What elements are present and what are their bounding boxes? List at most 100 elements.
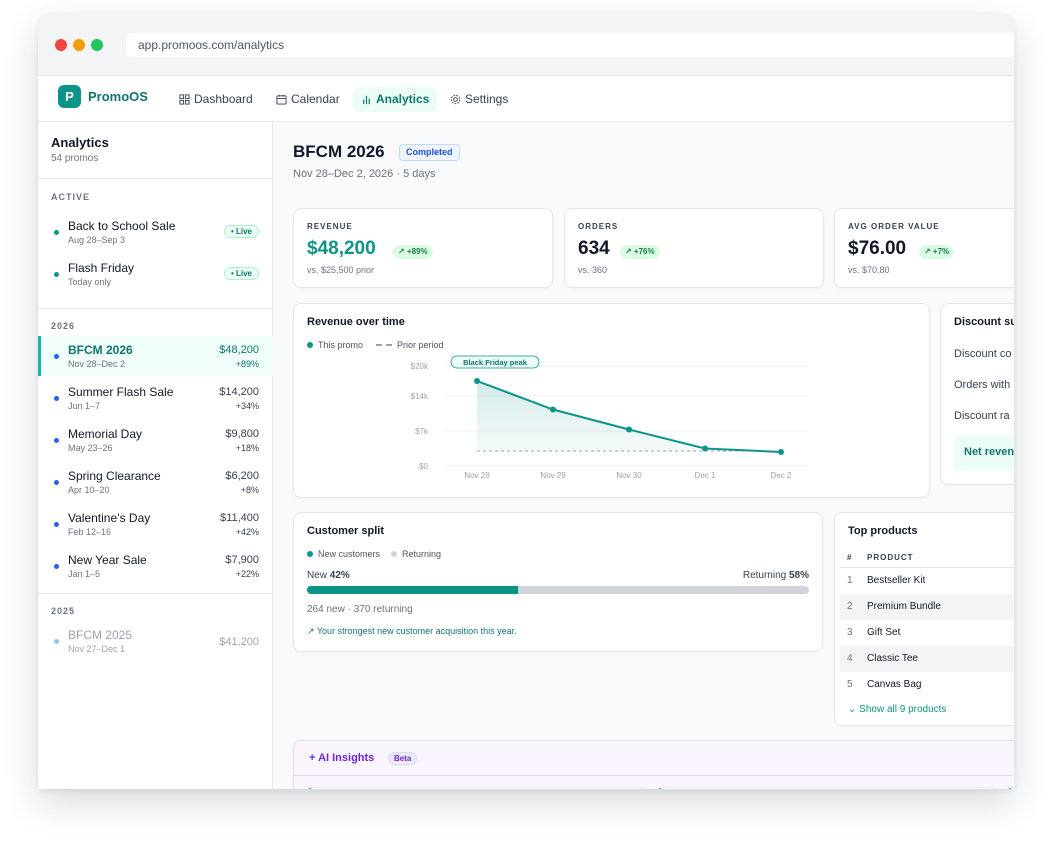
- kpi-delta-badge: ↗ +76%: [620, 245, 660, 259]
- legend-returning-label: Returning: [402, 549, 442, 559]
- promo-revenue: $11,400: [220, 512, 259, 524]
- promo-change: +8%: [240, 485, 259, 495]
- promo-item-memorial-day[interactable]: Memorial Day May 23–26 $9,800 +18%: [38, 420, 273, 460]
- promo-item-new-year-sale[interactable]: New Year Sale Jan 1–5 $7,900 +22%: [38, 546, 273, 586]
- calendar-icon: [276, 94, 287, 105]
- x-tick-label: Nov 29: [540, 471, 566, 480]
- sidebar-divider: [38, 178, 273, 179]
- promo-name: Valentine’s Day: [68, 511, 151, 525]
- row-num: 2: [847, 601, 853, 612]
- row-num: 5: [847, 679, 853, 690]
- nav-calendar-label: Calendar: [291, 92, 340, 106]
- status-dot: [54, 639, 59, 644]
- promo-revenue: $6,200: [225, 470, 259, 482]
- kpi-delta-badge: ↗ +7%: [919, 245, 955, 259]
- sidebar-title: Analytics: [51, 135, 109, 150]
- table-row[interactable]: 4 Classic Tee: [840, 646, 1014, 672]
- area-fill: [477, 381, 781, 452]
- legend-new-label: New customers: [318, 549, 381, 559]
- address-bar[interactable]: app.promoos.com/analytics: [126, 33, 1014, 57]
- nav-calendar[interactable]: Calendar: [270, 87, 346, 112]
- legend-swatch-new: [307, 551, 313, 557]
- group-label-2026: 2026: [51, 321, 76, 331]
- x-tick-label: Nov 28: [464, 471, 490, 480]
- status-dot: [54, 564, 59, 569]
- data-point: [626, 426, 632, 433]
- insight-card[interactable]: [307, 787, 648, 789]
- split-bar-fill: [307, 586, 518, 594]
- revenue-chart-card: Revenue over time This promo Prior perio…: [293, 303, 930, 498]
- table-row[interactable]: 1 Bestseller Kit: [840, 568, 1014, 594]
- promo-name: Memorial Day: [68, 427, 143, 441]
- returning-pct: 58%: [788, 570, 809, 581]
- promo-date: May 23–26: [68, 443, 113, 453]
- promo-item-summer-flash-sale[interactable]: Summer Flash Sale Jun 1–7 $14,200 +34%: [38, 378, 273, 418]
- status-dot: [54, 438, 59, 443]
- data-point: [778, 449, 784, 455]
- promo-item-back-to-school[interactable]: Back to School Sale Aug 28–Sep 3 • Live: [38, 212, 273, 252]
- minimize-window-dot[interactable]: [73, 39, 85, 51]
- product-name: Premium Bundle: [867, 601, 941, 612]
- col-product: PRODUCT: [867, 553, 914, 562]
- group-label-2025: 2025: [51, 606, 76, 616]
- x-tick-label: Dec 2: [771, 471, 792, 480]
- kpi-prior: vs. $70.80: [848, 265, 890, 275]
- returning-share: Returning 58%: [743, 570, 809, 581]
- promoos-logo[interactable]: P: [58, 85, 81, 108]
- product-name: Gift Set: [867, 627, 901, 638]
- new-share: New 42%: [307, 570, 350, 581]
- promo-item-spring-clearance[interactable]: Spring Clearance Apr 10–20 $6,200 +8%: [38, 462, 273, 502]
- kpi-delta-badge: ↗ +89%: [393, 245, 433, 259]
- nav-settings[interactable]: Settings: [444, 87, 514, 112]
- data-point: [550, 406, 556, 413]
- group-label-active: ACTIVE: [51, 192, 91, 202]
- row-num: 1: [847, 575, 853, 586]
- browser-titlebar: app.promoos.com/analytics: [38, 13, 1014, 76]
- nav-analytics[interactable]: Analytics: [353, 87, 438, 112]
- kpi-label: AVG ORDER VALUE: [848, 222, 940, 231]
- promo-date: Nov 27–Dec 1: [68, 644, 126, 654]
- promo-item-flash-friday[interactable]: Flash Friday Today only • Live: [38, 254, 273, 294]
- ai-insights-title[interactable]: + AI Insights: [309, 752, 374, 764]
- top-products-header: # PRODUCT: [840, 548, 1014, 568]
- split-counts: 264 new · 370 returning: [307, 604, 413, 615]
- col-num: #: [847, 553, 853, 562]
- promo-item-bfcm-2026[interactable]: BFCM 2026 Nov 28–Dec 2 $48,200 +89%: [38, 336, 273, 376]
- insight-card[interactable]: [1007, 787, 1014, 789]
- nav-dashboard[interactable]: Dashboard: [173, 87, 259, 112]
- promo-name: Summer Flash Sale: [68, 385, 174, 399]
- product-name: Bestseller Kit: [867, 575, 926, 586]
- kpi-card-aov: AVG ORDER VALUE $76.00 ↗ +7% vs. $70.80: [834, 208, 1014, 288]
- maximize-window-dot[interactable]: [91, 39, 103, 51]
- promo-revenue: $41,200: [219, 636, 259, 648]
- promo-item-valentines-day[interactable]: Valentine’s Day Feb 12–16 $11,400 +42%: [38, 504, 273, 544]
- insight-card[interactable]: [657, 787, 998, 789]
- status-dot: [54, 396, 59, 401]
- new-label: New: [307, 570, 328, 581]
- promo-item-bfcm-2025[interactable]: BFCM 2025 Nov 27–Dec 1 $41,200: [38, 621, 273, 661]
- nav-dashboard-label: Dashboard: [194, 92, 253, 106]
- data-point: [702, 445, 708, 452]
- sidebar-divider: [38, 308, 273, 309]
- promo-date: Apr 10–20: [68, 485, 110, 495]
- brand-name[interactable]: PromoOS: [88, 89, 148, 104]
- x-tick-label: Dec 1: [695, 471, 716, 480]
- status-dot: [54, 230, 59, 235]
- live-badge: • Live: [223, 225, 259, 238]
- annotation-label: Black Friday peak: [463, 358, 528, 367]
- table-row[interactable]: 3 Gift Set: [840, 620, 1014, 646]
- kpi-prior: vs. $25,500 prior: [307, 265, 375, 275]
- status-dot: [54, 354, 59, 359]
- table-row[interactable]: 2 Premium Bundle: [840, 594, 1014, 620]
- show-all-products-link[interactable]: ⌄ Show all 9 products: [848, 704, 946, 715]
- promo-date-range: Nov 28–Dec 2, 2026 · 5 days: [293, 168, 436, 180]
- close-window-dot[interactable]: [55, 39, 67, 51]
- beta-badge: Beta: [388, 752, 418, 765]
- promo-name: Back to School Sale: [68, 219, 176, 233]
- kpi-label: REVENUE: [307, 222, 353, 231]
- browser-window: app.promoos.com/analytics P PromoOS Dash…: [38, 13, 1014, 789]
- table-row[interactable]: 5 Canvas Bag: [840, 672, 1014, 698]
- product-name: Classic Tee: [867, 653, 918, 664]
- kpi-value: $48,200: [307, 238, 376, 259]
- row-num: 4: [847, 653, 853, 664]
